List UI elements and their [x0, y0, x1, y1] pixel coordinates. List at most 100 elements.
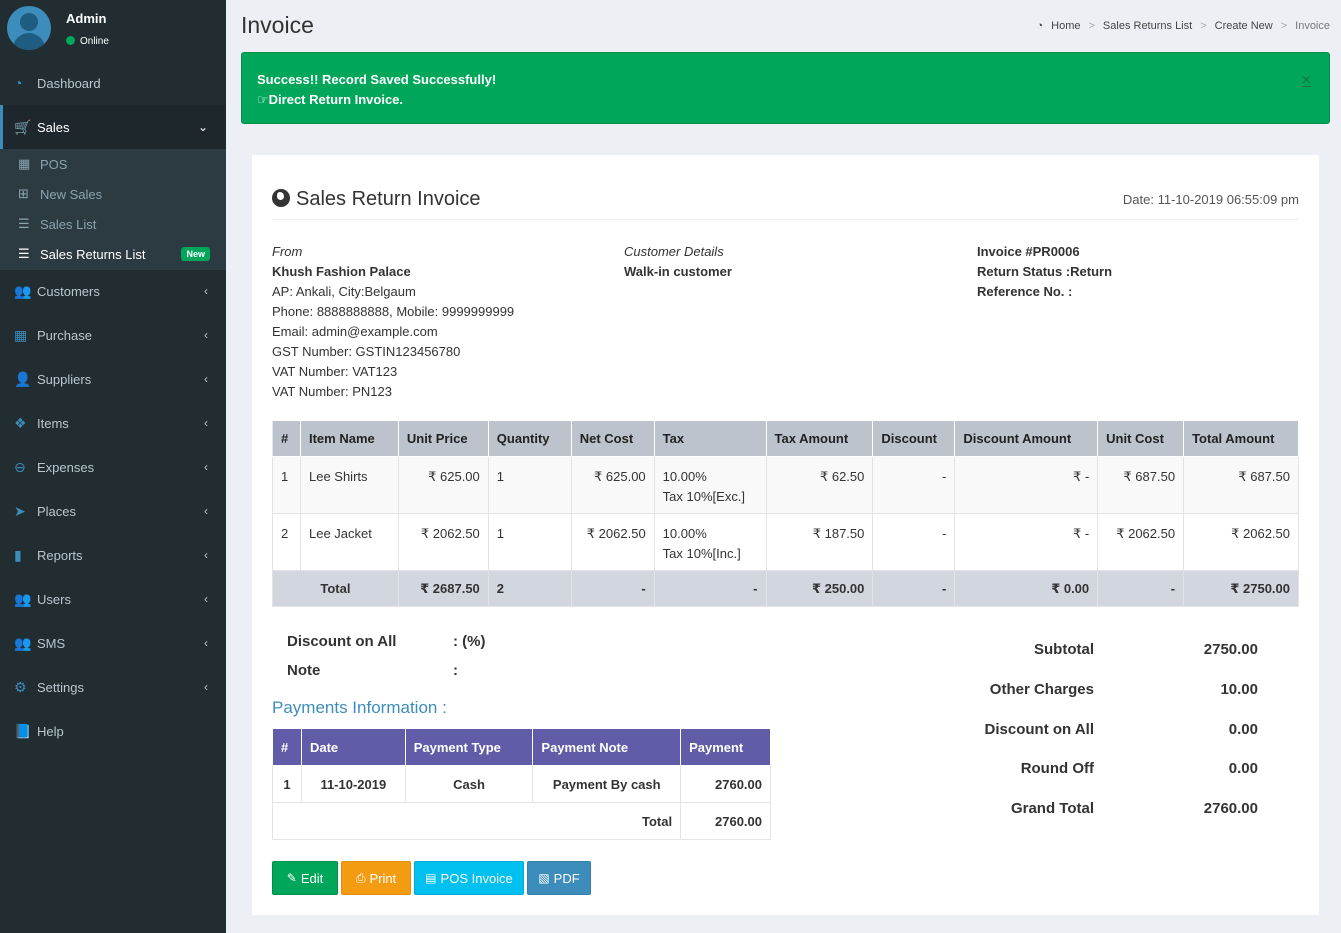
sidebar-subitem-pos[interactable]: ▦ POS — [0, 149, 226, 179]
paper-plane-icon: ➤ — [14, 502, 26, 519]
sidebar-item-users[interactable]: 👥 Users ‹ — [0, 577, 226, 621]
user-status: Online — [66, 36, 109, 47]
column-header: Payment — [680, 728, 771, 766]
round-off-label: Round Off — [1020, 760, 1094, 777]
print-button[interactable]: ⎙ Print — [341, 861, 411, 895]
sidebar: Admin Online ◔ Dashboard 🛒 Sales ⌄ ▦ POS ⊞ Ne… — [0, 0, 226, 933]
bar-chart-icon: ▮ — [14, 546, 22, 563]
chevron-down-icon: ⌄ — [197, 120, 208, 134]
company-vat: VAT Number: VAT123 — [272, 364, 398, 379]
breadcrumb-create-new[interactable]: Create New — [1215, 20, 1273, 32]
breadcrumb: ◔ Home > Sales Returns List > Create New… — [1036, 20, 1330, 32]
cell-index: 2 — [272, 513, 301, 571]
company-vat: VAT Number: PN123 — [272, 384, 392, 399]
column-header: Payment Note — [532, 728, 682, 766]
column-header: Payment Type — [404, 728, 534, 766]
column-header: Date — [300, 728, 406, 766]
column-header: Item Name — [299, 420, 399, 457]
cell-item-name: Lee Jacket — [299, 513, 399, 571]
column-header: Net Cost — [570, 420, 655, 457]
hand-point-icon: ☞ — [257, 92, 269, 107]
sidebar-item-places[interactable]: ➤ Places ‹ — [0, 489, 226, 533]
pdf-button[interactable]: ▧ PDF — [527, 861, 591, 895]
calculator-icon: ▦ — [18, 156, 31, 171]
sidebar-item-reports[interactable]: ▮ Reports ‹ — [0, 533, 226, 577]
subtotal-label: Subtotal — [1034, 641, 1094, 658]
sidebar-item-help[interactable]: 📘 Help — [0, 709, 226, 753]
user-name: Admin — [66, 11, 107, 26]
users-icon: 👥 — [14, 634, 32, 651]
total-discount-amount: ₹ 0.00 — [954, 570, 1099, 607]
payments-table: # Date Payment Type Payment Note Payment… — [271, 728, 771, 840]
chevron-left-icon: ‹ — [204, 460, 208, 474]
online-dot-icon — [66, 36, 75, 45]
cell-index: 1 — [272, 765, 302, 803]
other-charges-value: 10.00 — [1220, 681, 1258, 698]
sidebar-item-customers[interactable]: 👥 Customers ‹ — [0, 269, 226, 313]
company-phone: Phone: 8888888888, Mobile: 9999999999 — [272, 304, 515, 319]
return-status: Return Status :Return — [977, 264, 1113, 279]
table-row: 2 Lee Jacket ₹ 2062.50 1 ₹ 2062.50 10.00… — [272, 513, 1299, 571]
cart-icon: 🛒 — [14, 118, 32, 135]
discount-total-label: Discount on All — [984, 721, 1094, 738]
total-row: Total ₹ 2687.50 2 - - ₹ 250.00 - ₹ 0.00 … — [272, 570, 1299, 607]
avatar[interactable] — [7, 6, 51, 50]
payments-total-label: Total — [271, 802, 682, 840]
cubes-icon: ❖ — [14, 414, 27, 431]
cell-net-cost: ₹ 625.00 — [570, 456, 655, 514]
sidebar-item-sales[interactable]: 🛒 Sales ⌄ — [0, 105, 226, 149]
column-header: Discount — [872, 420, 956, 457]
total-amount: ₹ 2750.00 — [1183, 570, 1299, 607]
other-charges-label: Other Charges — [989, 681, 1094, 698]
total-unit-cost: - — [1097, 570, 1185, 607]
user-plus-icon: 👤 — [14, 370, 32, 387]
user-panel: Admin Online — [0, 0, 226, 61]
cell-date: 11-10-2019 — [300, 765, 406, 803]
customer-name: Walk-in customer — [624, 264, 732, 279]
company-name: Khush Fashion Palace — [272, 264, 411, 279]
cell-index: 1 — [272, 456, 301, 514]
chevron-left-icon: ‹ — [204, 284, 208, 298]
close-icon[interactable]: × — [1302, 71, 1311, 91]
users-icon: 👥 — [14, 590, 32, 607]
sidebar-item-sms[interactable]: 👥 SMS ‹ — [0, 621, 226, 665]
discount-on-all-value: : (%) — [453, 633, 486, 650]
breadcrumb-home[interactable]: Home — [1051, 20, 1080, 32]
plus-square-icon: ⊞ — [18, 186, 29, 201]
list-icon: ☰ — [18, 246, 30, 261]
column-header: Tax — [653, 420, 767, 457]
new-badge: New — [181, 247, 210, 261]
sidebar-item-suppliers[interactable]: 👤 Suppliers ‹ — [0, 357, 226, 401]
invoice-meta: Invoice #PR0006 Return Status :Return Re… — [977, 242, 1112, 302]
edit-button[interactable]: ✎ Edit — [272, 861, 338, 895]
payments-total-row: Total 2760.00 — [271, 802, 771, 840]
sidebar-item-dashboard[interactable]: ◔ Dashboard — [0, 61, 226, 105]
sidebar-subitem-sales-list[interactable]: ☰ Sales List — [0, 209, 226, 239]
sidebar-item-items[interactable]: ❖ Items ‹ — [0, 401, 226, 445]
column-header: Unit Price — [397, 420, 489, 457]
total-quantity: 2 — [487, 570, 572, 607]
pos-invoice-button[interactable]: ▤ POS Invoice — [414, 861, 524, 895]
reference-number: Reference No. : — [977, 284, 1073, 299]
file-icon: ▤ — [425, 871, 437, 885]
chevron-left-icon: ‹ — [204, 548, 208, 562]
discount-total-value: 0.00 — [1228, 721, 1258, 738]
sidebar-subitem-sales-returns-list[interactable]: ☰ Sales Returns List New — [0, 239, 226, 269]
cell-tax-amount: ₹ 187.50 — [765, 513, 874, 571]
invoice-number: Invoice #PR0006 — [977, 244, 1080, 259]
invoice-date: Date: 11-10-2019 06:55:09 pm — [1122, 192, 1299, 207]
cell-item-name: Lee Shirts — [299, 456, 399, 514]
invoice-header: Sales Return Invoice Date: 11-10-2019 06… — [272, 185, 1299, 220]
payments-header-row: # Date Payment Type Payment Note Payment — [272, 728, 771, 766]
breadcrumb-sales-returns-list[interactable]: Sales Returns List — [1103, 20, 1192, 32]
total-tax: - — [653, 570, 767, 607]
sidebar-item-expenses[interactable]: ⊖ Expenses ‹ — [0, 445, 226, 489]
sidebar-item-settings[interactable]: ⚙ Settings ‹ — [0, 665, 226, 709]
breadcrumb-separator: > — [1280, 20, 1288, 32]
chevron-left-icon: ‹ — [204, 592, 208, 606]
cell-discount-amount: ₹ - — [954, 513, 1099, 571]
list-icon: ☰ — [18, 216, 30, 231]
grand-total-label: Grand Total — [1010, 800, 1094, 817]
sidebar-subitem-new-sales[interactable]: ⊞ New Sales — [0, 179, 226, 209]
sidebar-item-purchase[interactable]: ▦ Purchase ‹ — [0, 313, 226, 357]
